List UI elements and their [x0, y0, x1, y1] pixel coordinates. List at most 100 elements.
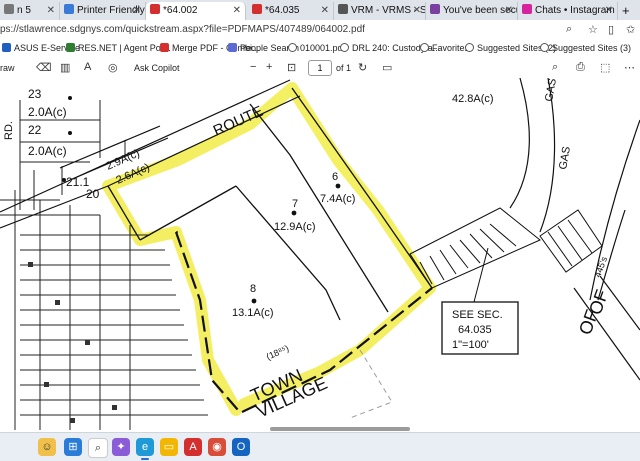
- tab-favicon: [430, 4, 440, 14]
- lot-squares: [28, 262, 117, 423]
- read-aloud-icon[interactable]: A: [84, 61, 91, 73]
- pdf-document: ROUTE TOWN VILLAGE GAS GAS OF OF RD. 445…: [0, 78, 640, 430]
- dim-445-label: 445's: [592, 255, 609, 279]
- fit-page-icon[interactable]: ⊡: [287, 61, 296, 74]
- url-field[interactable]: ps://stlawrence.sdgnys.com/quickstream.a…: [0, 24, 365, 35]
- print-icon[interactable]: ⎙: [576, 61, 585, 74]
- widgets-icon[interactable]: ☺: [38, 438, 56, 456]
- search-icon[interactable]: ⌕: [552, 61, 558, 74]
- close-icon[interactable]: ✕: [413, 2, 421, 20]
- see-sec-label: SEE SEC.: [452, 309, 503, 321]
- rd-label: RD.: [3, 121, 15, 140]
- fav-010001[interactable]: 010001.pdf: [288, 43, 345, 53]
- draw-button[interactable]: raw: [0, 63, 15, 73]
- zoom-icon[interactable]: ⌕: [566, 23, 572, 36]
- split-screen-icon[interactable]: ▯: [608, 23, 614, 36]
- tab-5[interactable]: n 5 ✕: [0, 2, 60, 20]
- close-icon[interactable]: ✕: [47, 2, 55, 20]
- ask-copilot-button[interactable]: Ask Copilot: [134, 63, 180, 73]
- parcel-23-area: 2.0A(c): [28, 105, 67, 119]
- fav-favorites[interactable]: Favorites: [420, 43, 469, 53]
- tab-favicon: [64, 4, 74, 14]
- browser-tab-strip: n 5✕ Printer Friendly Repo✕ *64.002✕ *64…: [0, 0, 640, 21]
- tab-securely[interactable]: You've been securely✕: [426, 2, 518, 20]
- close-icon[interactable]: ✕: [321, 2, 329, 20]
- zoom-out-icon[interactable]: −: [250, 61, 256, 73]
- people-search-icon: [228, 43, 237, 52]
- globe-icon: [540, 43, 549, 52]
- page-count: of 1: [336, 63, 352, 73]
- more-icon[interactable]: ⋯: [624, 61, 635, 74]
- fav-suggested-3[interactable]: Suggested Sites (3): [540, 43, 631, 53]
- merge-pdf-icon: [160, 43, 169, 52]
- address-bar: ps://stlawrence.sdgnys.com/quickstream.a…: [0, 20, 640, 41]
- favorite-star-icon[interactable]: ☆: [588, 23, 598, 36]
- acrobat-icon[interactable]: A: [184, 438, 202, 456]
- globe-icon: [340, 43, 349, 52]
- top-right-area: 42.8A(c): [452, 93, 494, 105]
- pdf-toolbar: raw ⌫ ▥ A ◎ Ask Copilot − + ⊡ 1 of 1 ↻ ▭…: [0, 58, 640, 79]
- parcel-7-area: 12.9A(c): [274, 221, 316, 233]
- search-taskbar-icon[interactable]: ⌕: [88, 438, 108, 458]
- tax-map: ROUTE TOWN VILLAGE GAS GAS OF OF RD. 445…: [0, 78, 640, 430]
- file-explorer-icon[interactable]: ▭: [160, 438, 178, 456]
- taskbar: ☺ ⊞ ⌕ ✦ e ▭ A ◉ O: [0, 432, 640, 461]
- tab-64-035[interactable]: *64.035 ✕: [248, 2, 334, 20]
- close-icon[interactable]: ✕: [605, 2, 613, 20]
- globe-icon: [288, 43, 297, 52]
- parcel-6-area: 7.4A(c): [320, 193, 355, 205]
- tab-printer-friendly[interactable]: Printer Friendly Repo✕: [60, 2, 146, 20]
- parcel-22-num: 22: [28, 123, 42, 137]
- close-icon[interactable]: ✕: [233, 2, 241, 20]
- save-icon[interactable]: ⬚: [600, 61, 610, 74]
- page-view-icon[interactable]: ▥: [60, 61, 70, 74]
- tab-instagram[interactable]: Chats • Instagram ✕: [518, 2, 618, 20]
- horizontal-scrollbar[interactable]: [270, 427, 410, 431]
- parcel-20-num: 20: [86, 187, 100, 201]
- edge-icon[interactable]: e: [136, 438, 154, 456]
- globe-icon: [465, 43, 474, 52]
- gas-label-top: GAS: [543, 78, 559, 103]
- see-sec-number: 64.035: [458, 324, 492, 336]
- two-page-icon[interactable]: ▭: [382, 61, 392, 74]
- instagram-icon: [522, 4, 532, 14]
- pdf-icon: [150, 4, 160, 14]
- resnet-icon: [66, 43, 75, 52]
- parcel-7-num: 7: [292, 198, 298, 210]
- dim-188-label: (18⁸⁵): [265, 343, 291, 362]
- favorites-icon[interactable]: ✩: [626, 23, 635, 36]
- outlook-icon[interactable]: O: [232, 438, 250, 456]
- fav-resnet[interactable]: RES.NET | Agent Por...: [66, 43, 171, 53]
- new-tab-button[interactable]: +: [622, 3, 630, 18]
- pdf-icon: [252, 4, 262, 14]
- gas-label-mid: GAS: [557, 146, 573, 171]
- scale-label: 1"=100': [452, 339, 489, 351]
- dashed-light: [349, 349, 393, 419]
- page-number-input[interactable]: 1: [308, 60, 332, 76]
- parcel-8-num: 8: [250, 283, 256, 295]
- parcel-dots: [62, 96, 341, 304]
- favorites-bar: ASUS E-Service RES.NET | Agent Por... Me…: [0, 41, 640, 59]
- zoom-in-icon[interactable]: +: [266, 61, 272, 73]
- close-icon[interactable]: ✕: [505, 2, 513, 20]
- parcel-23-num: 23: [28, 87, 42, 101]
- rotate-icon[interactable]: ↻: [358, 61, 367, 74]
- globe-icon: [420, 43, 429, 52]
- tab-favicon: [4, 4, 14, 14]
- railroad-strip: [409, 207, 603, 289]
- tab-64-002[interactable]: *64.002 ✕: [146, 2, 246, 20]
- eraser-icon[interactable]: ⌫: [36, 61, 52, 74]
- copilot-icon[interactable]: ✦: [112, 438, 130, 456]
- tab-favicon: [338, 4, 348, 14]
- chrome-icon[interactable]: ◉: [208, 438, 226, 456]
- hatched-lots: [0, 190, 208, 430]
- parcel-8-area: 13.1A(c): [232, 307, 274, 319]
- start-icon[interactable]: ⊞: [64, 438, 82, 456]
- parcel-6-num: 6: [332, 171, 338, 183]
- parcel-22-area: 2.0A(c): [28, 144, 67, 158]
- tab-vrm[interactable]: VRM - VRMS - Sign in✕: [334, 2, 426, 20]
- parcel-lines: [107, 87, 433, 321]
- close-icon[interactable]: ✕: [133, 2, 141, 20]
- asus-icon: [2, 43, 11, 52]
- immersive-reader-icon[interactable]: ◎: [108, 61, 118, 74]
